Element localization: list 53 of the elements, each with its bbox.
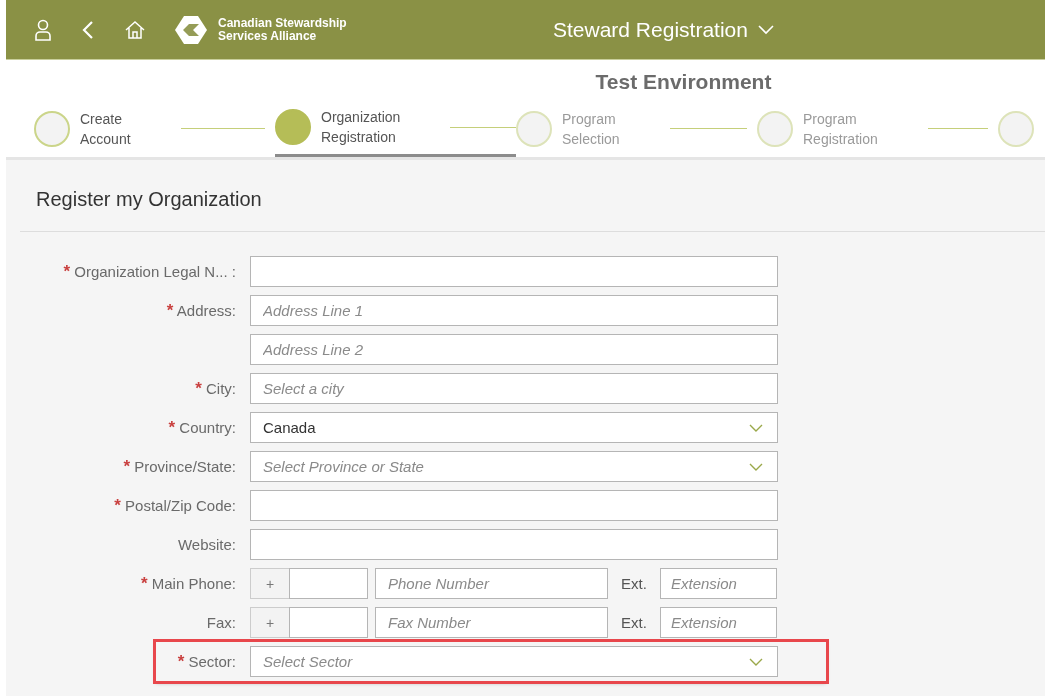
required-mark: * xyxy=(195,378,202,398)
text-field[interactable]: Address Line 1 xyxy=(250,295,778,326)
environment-title: Test Environment xyxy=(594,69,773,95)
field-label: Sector: xyxy=(188,652,236,670)
country-code-field[interactable] xyxy=(289,607,368,638)
text-field[interactable] xyxy=(250,529,778,560)
required-mark: * xyxy=(140,573,148,593)
ext-label: Ext. xyxy=(620,575,648,592)
step-tab[interactable]: Create Account xyxy=(34,100,275,157)
chevron-down-icon xyxy=(749,657,763,666)
field-label: Organization Legal N... : xyxy=(74,262,236,280)
required-mark: * xyxy=(177,651,185,671)
step-tab[interactable]: Program Registration xyxy=(757,100,998,157)
field-label: Main Phone: xyxy=(151,574,236,592)
field-label: Website: xyxy=(177,536,236,553)
required-mark: * xyxy=(123,456,131,476)
field-label: City: xyxy=(206,379,236,397)
home-icon[interactable] xyxy=(124,19,146,40)
prefix-label: + xyxy=(250,607,290,638)
field-label: Country: xyxy=(179,418,236,436)
text-field[interactable] xyxy=(250,256,778,287)
text-field[interactable] xyxy=(250,490,778,521)
dropdown-field[interactable]: Canada xyxy=(250,412,778,443)
required-mark: * xyxy=(168,417,176,437)
required-mark: * xyxy=(63,261,71,281)
back-icon[interactable] xyxy=(82,19,94,40)
field-label: Address: xyxy=(176,301,236,319)
logo-text: Canadian Stewardship Services Alliance xyxy=(218,16,348,43)
phone-field[interactable]: Fax Number xyxy=(375,607,608,638)
phone-field[interactable]: Phone Number xyxy=(375,568,608,599)
field-label: Postal/Zip Code: xyxy=(125,496,236,514)
app-title-menu[interactable]: Steward Registration xyxy=(553,17,774,42)
step-tab[interactable]: Organization Registration xyxy=(275,100,516,157)
section-title: Register my Organization xyxy=(35,187,263,212)
prefix-label: + xyxy=(250,568,290,599)
field-label: Fax: xyxy=(206,614,236,631)
country-code-field[interactable] xyxy=(289,568,368,599)
logo-icon xyxy=(174,14,208,45)
chevron-down-icon xyxy=(749,462,763,471)
extension-field[interactable]: Extension xyxy=(660,568,777,599)
user-icon[interactable] xyxy=(34,18,52,41)
required-mark: * xyxy=(166,300,174,320)
field-label: Province/State: xyxy=(134,457,236,475)
dropdown-field[interactable]: Select Sector xyxy=(250,646,778,677)
dropdown-field[interactable]: Select Province or State xyxy=(250,451,778,482)
step-tab[interactable]: Program Selection xyxy=(516,100,757,157)
chevron-down-icon xyxy=(749,423,763,432)
text-field[interactable]: Address Line 2 xyxy=(250,334,778,365)
text-field[interactable]: Select a city xyxy=(250,373,778,404)
required-mark: * xyxy=(114,495,121,515)
chevron-down-icon xyxy=(757,24,774,35)
extension-field[interactable]: Extension xyxy=(660,607,777,638)
ext-label: Ext. xyxy=(620,614,648,631)
